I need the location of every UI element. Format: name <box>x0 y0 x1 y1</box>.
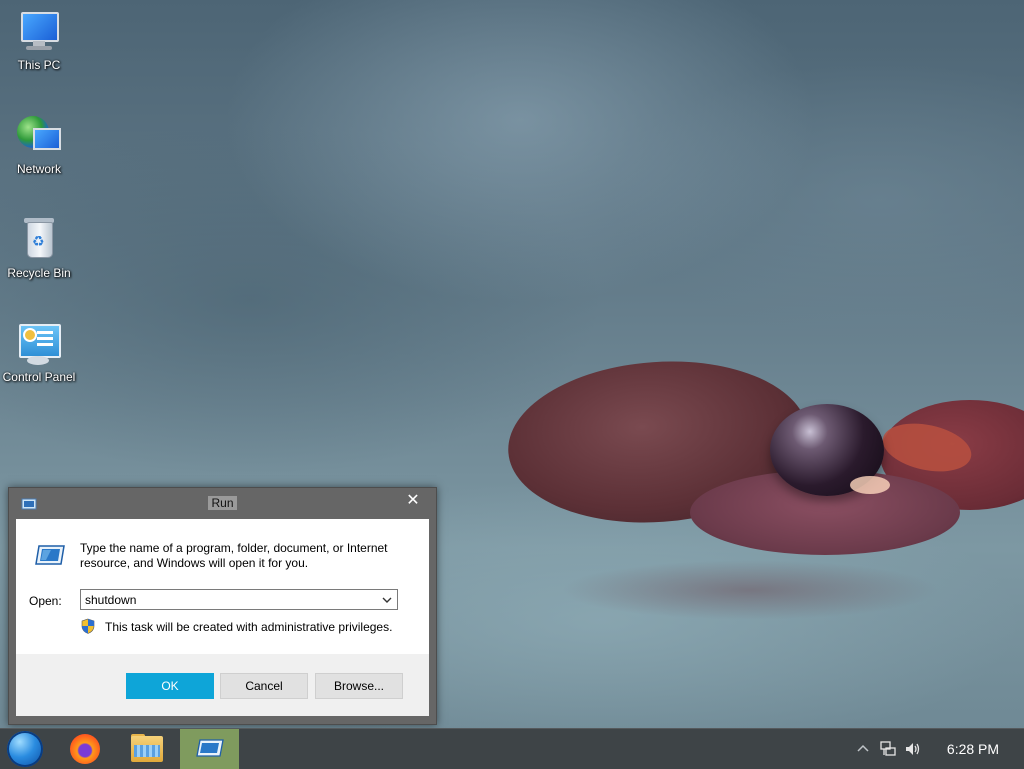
desktop-icon-network[interactable]: Network <box>1 112 77 176</box>
uac-shield-icon <box>81 618 95 634</box>
start-orb-icon <box>7 731 43 767</box>
run-dialog-titlebar[interactable]: Run ✕ <box>9 488 436 518</box>
desktop-icon-label: This PC <box>17 58 61 72</box>
run-dialog: Run ✕ Type the name of a program, folder… <box>8 487 437 725</box>
browse-button[interactable]: Browse... <box>315 673 403 699</box>
desktop-icon-recycle-bin[interactable]: ♻ Recycle Bin <box>1 216 77 280</box>
open-combobox[interactable] <box>80 589 398 610</box>
firefox-icon <box>70 734 100 764</box>
admin-privileges-note: This task will be created with administr… <box>105 620 393 634</box>
run-icon <box>196 739 224 757</box>
run-description: Type the name of a program, folder, docu… <box>80 541 388 570</box>
open-input[interactable] <box>85 592 375 607</box>
close-icon: ✕ <box>406 492 420 509</box>
ok-button[interactable]: OK <box>126 673 214 699</box>
recycle-bin-icon: ♻ <box>15 216 63 264</box>
clock[interactable]: 6:28 PM <box>938 741 1008 757</box>
chevron-down-icon[interactable] <box>379 592 395 607</box>
volume-icon[interactable] <box>904 741 922 757</box>
taskbar: 6:28 PM <box>0 728 1024 769</box>
taskbar-item-firefox[interactable] <box>62 729 110 769</box>
network-icon <box>15 112 63 160</box>
desktop-icon-this-pc[interactable]: This PC <box>1 8 77 72</box>
wallpaper-highlight <box>850 476 890 494</box>
cancel-button[interactable]: Cancel <box>220 673 308 699</box>
taskbar-item-file-explorer[interactable] <box>121 729 171 769</box>
open-label: Open: <box>29 594 62 608</box>
run-dialog-title: Run <box>208 496 237 510</box>
start-button[interactable] <box>0 729 52 769</box>
network-icon[interactable] <box>880 741 896 757</box>
desktop-icon-label: Control Panel <box>2 370 76 384</box>
control-panel-icon <box>15 320 63 368</box>
this-pc-icon <box>15 8 63 56</box>
desktop-icon-control-panel[interactable]: Control Panel <box>1 320 77 384</box>
run-icon <box>35 545 65 565</box>
desktop-icon-label: Network <box>16 162 61 176</box>
close-button[interactable]: ✕ <box>400 490 426 512</box>
desktop-icon-label: Recycle Bin <box>7 266 71 280</box>
taskbar-item-run[interactable] <box>180 729 239 769</box>
wallpaper-reflection <box>560 560 940 620</box>
chevron-up-icon[interactable] <box>856 743 870 753</box>
run-dialog-body: Type the name of a program, folder, docu… <box>16 519 429 716</box>
